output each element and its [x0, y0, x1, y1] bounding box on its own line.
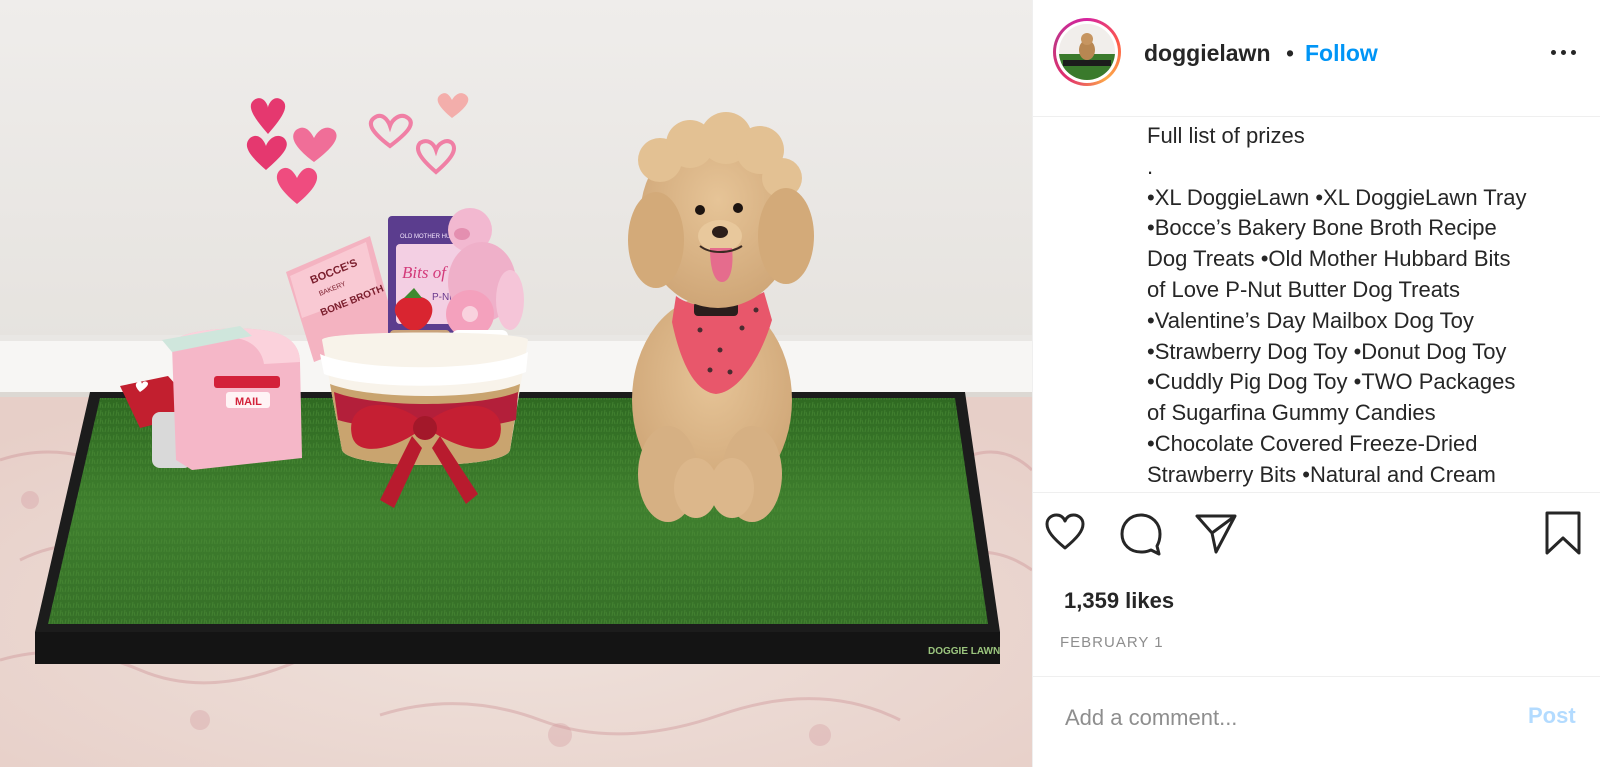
separator-dot: •	[1286, 40, 1295, 66]
heart-icon[interactable]	[1043, 510, 1087, 559]
caption-line: •Valentine’s Day Mailbox Dog Toy	[1147, 307, 1474, 333]
caption-line: of Sugarfina Gummy Candies	[1147, 400, 1436, 426]
post-date[interactable]: FEBRUARY 1	[1060, 634, 1164, 651]
caption-line: •Chocolate Covered Freeze-Dried	[1147, 430, 1478, 456]
caption-line: •Bocce’s Bakery Bone Broth Recipe	[1147, 215, 1497, 241]
comment-icon[interactable]	[1117, 510, 1165, 563]
action-bar	[1033, 510, 1600, 570]
caption-text: Full list of prizes. •XL DoggieLawn •XL D…	[1147, 121, 1583, 491]
tray-brand: DOGGIE LAWN	[928, 646, 1000, 657]
post-sidebar: doggielawn • Follow Full list of prizes.…	[1032, 0, 1600, 767]
mailbox-label: MAIL	[235, 396, 262, 408]
caption-scroll[interactable]: Full list of prizes. •XL DoggieLawn •XL D…	[1033, 117, 1600, 493]
avatar[interactable]	[1053, 18, 1121, 86]
likes-count[interactable]: 1,359 likes	[1064, 588, 1174, 614]
post-photo[interactable]: DOGGIE LAWN MAIL BOCCE'S BAKERY BONE BRO…	[0, 0, 1032, 767]
caption-line: Strawberry Bits •Natural and Cream	[1147, 461, 1496, 487]
post-comment-button[interactable]: Post	[1528, 703, 1576, 729]
caption-line: of Love P-Nut Butter Dog Treats	[1147, 276, 1461, 302]
post-header: doggielawn • Follow	[1033, 0, 1600, 117]
caption-line: •XL DoggieLawn •XL DoggieLawn Tray	[1147, 184, 1527, 210]
caption-line: Full list of prizes	[1147, 123, 1305, 148]
follow-button[interactable]: Follow	[1305, 40, 1378, 67]
paper-plane-icon[interactable]	[1193, 510, 1239, 561]
more-options-icon[interactable]	[1549, 40, 1581, 64]
comment-input[interactable]	[1063, 697, 1507, 739]
post-image: DOGGIE LAWN MAIL BOCCE'S BAKERY BONE BRO…	[0, 0, 1032, 767]
comment-bar: Post	[1033, 676, 1600, 767]
bookmark-icon[interactable]	[1543, 510, 1583, 561]
caption-line: Dog Treats •Old Mother Hubbard Bits	[1147, 246, 1511, 272]
avatar-image	[1059, 24, 1115, 80]
caption-line: .	[1147, 153, 1154, 179]
caption-line: •Strawberry Dog Toy •Donut Dog Toy	[1147, 338, 1507, 364]
username[interactable]: doggielawn	[1144, 40, 1271, 67]
caption-line: •Cuddly Pig Dog Toy •TWO Packages	[1147, 369, 1516, 395]
